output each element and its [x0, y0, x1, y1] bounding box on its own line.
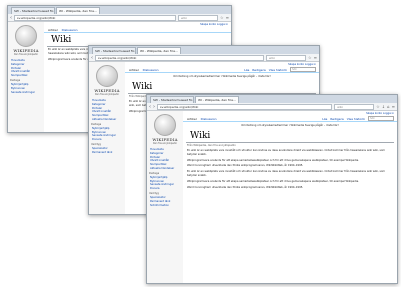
address-field[interactable]: sv.wikipedia.org/wiki/Wiki: [157, 103, 333, 110]
wiki-search-input[interactable]: Sök: [290, 67, 316, 72]
sidebar: WIKIPEDIA Den fria encyklopedin Huvudsid…: [89, 62, 125, 214]
tagline: Den fria encyklopedin: [95, 93, 119, 96]
browser-tab[interactable]: SW - Stadsarkivmuseet fic...: [11, 7, 55, 14]
tab-talk[interactable]: Diskussion: [143, 68, 159, 72]
content: Skapa konto Logga in Artikel Diskussion …: [183, 111, 397, 283]
url-bar: ‹ › sv.wikipedia.org/wiki/Wiki wiki ☆ ↓ …: [147, 103, 397, 111]
back-icon[interactable]: ‹: [91, 55, 93, 61]
browser-search-field[interactable]: wiki: [334, 103, 375, 110]
tab-bar: SW - Stadsarkivmuseet fic... WI - Wikipe…: [8, 6, 231, 14]
download-icon[interactable]: ↓: [382, 104, 385, 109]
sidebar-item-news[interactable]: Aktuella händelser: [89, 118, 125, 122]
sidebar-item-permalink[interactable]: Permanent länk: [89, 151, 125, 155]
back-icon[interactable]: ‹: [149, 104, 151, 110]
wikipedia-globe-logo-icon[interactable]: [154, 114, 176, 136]
browser-tab-active[interactable]: WI - Wikipedia, den fria...: [195, 96, 239, 103]
tab-read[interactable]: Läs: [244, 68, 249, 72]
tab-edit[interactable]: Redigera: [330, 117, 343, 121]
wikipedia-globe-logo-icon[interactable]: [96, 65, 118, 87]
star-icon[interactable]: ☆: [308, 55, 312, 60]
tab-talk[interactable]: Diskussion: [62, 28, 78, 32]
tab-history[interactable]: Visa historik: [269, 68, 287, 72]
sidebar-item-recent[interactable]: Senaste ändringar: [8, 91, 44, 95]
tab-article[interactable]: Artikel: [186, 117, 198, 121]
menu-icon[interactable]: ≡: [314, 55, 317, 60]
sidebar-item-random[interactable]: Slumpartikel: [8, 74, 44, 78]
menu-icon[interactable]: ≡: [392, 104, 395, 109]
article-paragraph: En wiki är en webbplats vars innehåll oc…: [187, 149, 385, 156]
sidebar-item-news[interactable]: Aktuella händelser: [147, 167, 183, 171]
article-paragraph: En wiki är en webbplats vars innehåll oc…: [187, 170, 385, 177]
site-notice: Omröstning om styrelsemedlemmar i Wikime…: [241, 124, 339, 127]
sidebar: WIKIPEDIA Den fria encyklopedin Huvudsid…: [147, 111, 183, 283]
sidebar-item-donate[interactable]: Donera: [147, 187, 183, 191]
home-icon[interactable]: ⌂: [387, 104, 390, 109]
menu-icon[interactable]: ≡: [226, 15, 229, 20]
browser-tab-active[interactable]: WI - Wikipedia, den fria...: [56, 7, 100, 14]
browser-search-field[interactable]: wiki: [266, 54, 307, 61]
article-paragraph: Ward Cunningham utvecklade den första wi…: [187, 185, 304, 189]
page-title: Wiki: [128, 80, 316, 94]
url-bar: ‹ sv.wikipedia.org/wiki/Wiki wiki ☆ ≡: [89, 54, 319, 62]
page-title: Wiki: [186, 129, 394, 143]
star-icon[interactable]: ☆: [376, 104, 380, 109]
wikipedia-globe-logo-icon[interactable]: [15, 25, 37, 47]
tagline: Den fria encyklopedin: [14, 53, 38, 56]
browser-search-field[interactable]: wiki: [178, 14, 219, 21]
browser-tab-active[interactable]: WI - Wikipedia, den fria...: [137, 47, 181, 54]
tab-article[interactable]: Artikel: [47, 28, 59, 32]
tab-history[interactable]: Visa historik: [347, 117, 365, 121]
site-notice: Omröstning om styrelsemedlemmar i Wikime…: [173, 75, 271, 78]
address-field[interactable]: sv.wikipedia.org/wiki/Wiki: [14, 14, 177, 21]
tab-talk[interactable]: Diskussion: [201, 117, 217, 121]
tab-article[interactable]: Artikel: [128, 68, 140, 72]
browser-tab[interactable]: SW - Stadsarkivmuseet fic...: [150, 96, 194, 103]
url-bar: ‹ sv.wikipedia.org/wiki/Wiki wiki ☆ ≡: [8, 14, 231, 22]
forward-icon[interactable]: ›: [153, 104, 155, 110]
tab-edit[interactable]: Redigera: [252, 68, 265, 72]
address-field[interactable]: sv.wikipedia.org/wiki/Wiki: [95, 54, 265, 61]
tab-bar: SW - Stadsarkivmuseet fic... WI - Wikipe…: [89, 46, 319, 54]
sidebar-item-info[interactable]: Sidinformation: [147, 204, 183, 208]
tagline: Den fria encyklopedin: [153, 142, 177, 145]
tab-bar: SW - Stadsarkivmuseet fic... WI - Wikipe…: [147, 95, 397, 103]
browser-window-front: SW - Stadsarkivmuseet fic... WI - Wikipe…: [146, 94, 398, 284]
back-icon[interactable]: ‹: [10, 15, 12, 21]
tab-read[interactable]: Läs: [322, 117, 327, 121]
page: WIKIPEDIA Den fria encyklopedin Huvudsid…: [147, 111, 397, 283]
sidebar-item-donate[interactable]: Donera: [89, 138, 125, 142]
wiki-search-input[interactable]: Sök: [368, 116, 394, 121]
sidebar: WIKIPEDIA Den fria encyklopedin Huvudsid…: [8, 22, 44, 132]
browser-tab[interactable]: SW - Stadsarkivmuseet fic...: [92, 47, 136, 54]
star-icon[interactable]: ☆: [220, 15, 224, 20]
